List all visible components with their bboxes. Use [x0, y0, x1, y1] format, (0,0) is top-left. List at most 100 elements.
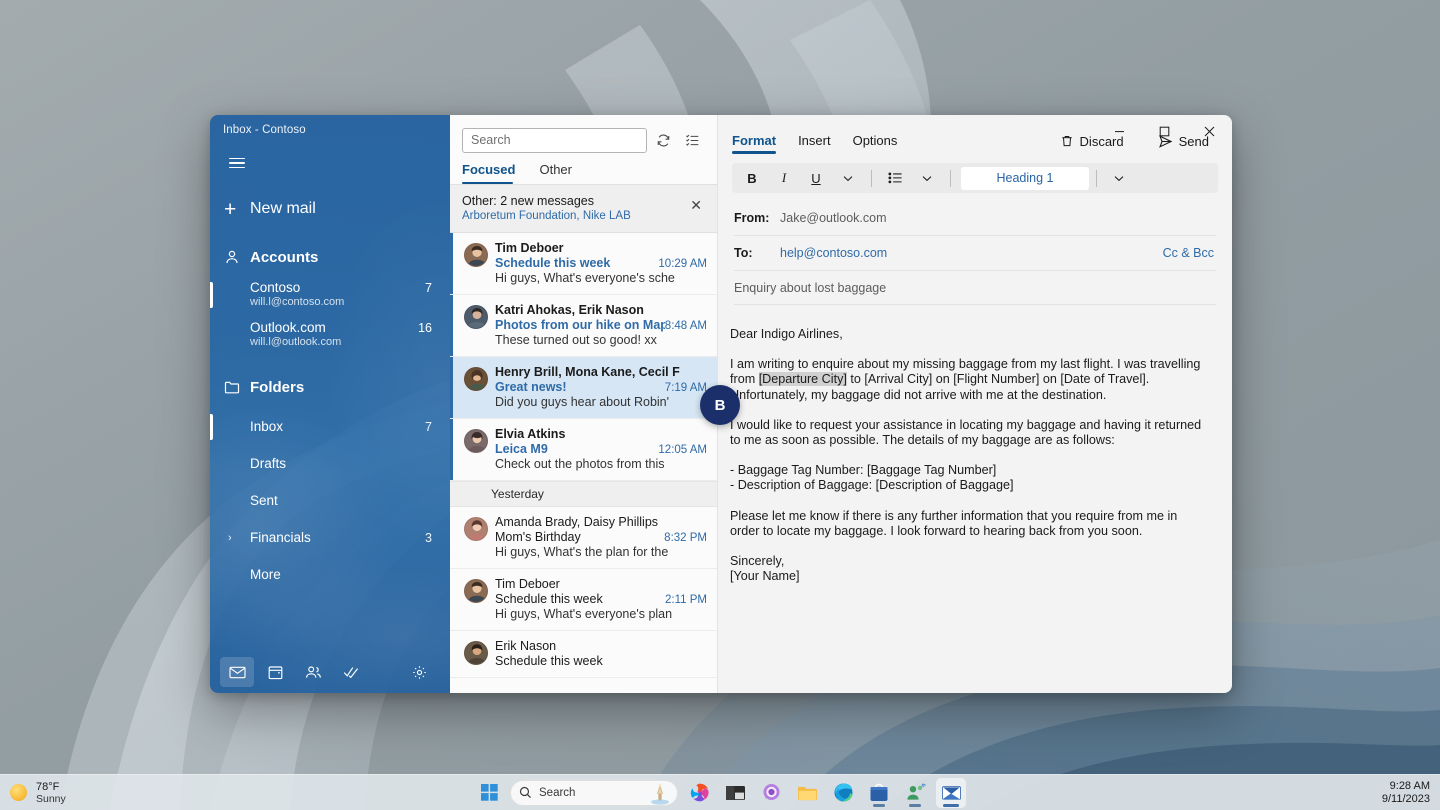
- message-time: 8:48 AM: [665, 320, 707, 332]
- hamburger-menu-button[interactable]: [217, 145, 257, 181]
- bulleted-list-button[interactable]: [881, 166, 909, 190]
- avatar: [464, 429, 488, 453]
- folder-label: Drafts: [250, 456, 450, 471]
- cc-bcc-button[interactable]: Cc & Bcc: [1163, 246, 1216, 260]
- window-title: Inbox - Contoso: [210, 115, 450, 136]
- people-app-icon: [905, 783, 926, 803]
- account-email: will.l@outlook.com: [250, 336, 450, 348]
- message-preview: Hi guys, What's everyone's plan: [495, 607, 707, 621]
- bulleted-list-icon: [888, 172, 903, 184]
- close-button[interactable]: [1187, 115, 1232, 147]
- folder-item-drafts[interactable]: Drafts: [210, 445, 450, 482]
- message-preview: Hi guys, What's everyone's sche: [495, 271, 707, 285]
- message-sender: Katri Ahokas, Erik Nason: [495, 303, 707, 317]
- body-paragraph-3: Please let me know if there is any furth…: [730, 509, 1210, 539]
- banner-close-icon[interactable]: ✕: [690, 194, 705, 212]
- nav-bottom-bar: [210, 651, 450, 693]
- taskbar-search-box[interactable]: Search: [510, 780, 678, 806]
- other-messages-banner[interactable]: Other: 2 new messages Arboretum Foundati…: [450, 184, 717, 233]
- folder-label: Financials: [250, 530, 425, 545]
- banner-title: Other: 2 new messages: [462, 194, 690, 208]
- folder-item-inbox[interactable]: Inbox 7: [210, 408, 450, 445]
- subject-field[interactable]: Enquiry about lost baggage: [734, 271, 1216, 305]
- folder-label: More: [250, 567, 450, 582]
- sync-refresh-icon: [656, 133, 671, 148]
- style-more-button[interactable]: [1105, 166, 1133, 190]
- chevron-right-icon[interactable]: ›: [228, 532, 232, 544]
- file-explorer-dark-icon: [725, 784, 746, 802]
- message-subject: Great news!: [495, 380, 665, 394]
- message-body-editor[interactable]: Dear Indigo Airlines, I am writing to en…: [718, 305, 1232, 693]
- taskbar-app-outlook[interactable]: [936, 778, 966, 808]
- italic-button[interactable]: I: [770, 166, 798, 190]
- taskbar-search-label: Search: [539, 787, 575, 799]
- todo-app-button[interactable]: [334, 657, 368, 687]
- taskbar-app-file-explorer[interactable]: [792, 778, 822, 808]
- mail-icon: [229, 666, 246, 679]
- formatting-toolbar: B I U Heading 1: [732, 163, 1218, 193]
- taskbar-app-explorer-dark[interactable]: [720, 778, 750, 808]
- message-list-item[interactable]: Erik Nason Schedule this week: [450, 631, 717, 678]
- from-field-row[interactable]: From: Jake@outlook.com: [734, 201, 1216, 236]
- weather-widget[interactable]: 78°F Sunny: [0, 781, 200, 805]
- to-label: To:: [734, 246, 770, 260]
- folder-item-more[interactable]: More: [210, 556, 450, 593]
- body-greeting: Dear Indigo Airlines,: [730, 327, 1210, 342]
- maximize-button[interactable]: [1142, 115, 1187, 147]
- account-item-contoso[interactable]: Contoso 7 will.l@contoso.com: [210, 278, 450, 312]
- avatar: [464, 305, 488, 329]
- tab-focused[interactable]: Focused: [462, 162, 515, 184]
- settings-button[interactable]: [402, 657, 436, 687]
- message-list-item[interactable]: Amanda Brady, Daisy Phillips Mom's Birth…: [450, 507, 717, 569]
- tab-options[interactable]: Options: [853, 133, 898, 154]
- list-more-button[interactable]: [913, 166, 941, 190]
- tab-other[interactable]: Other: [539, 162, 572, 184]
- account-item-outlook[interactable]: Outlook.com 16 will.l@outlook.com: [210, 318, 450, 352]
- from-value: Jake@outlook.com: [770, 211, 1216, 225]
- tab-insert[interactable]: Insert: [798, 133, 831, 154]
- message-list-item-selected[interactable]: Henry Brill, Mona Kane, Cecil F Great ne…: [450, 357, 717, 419]
- message-time: 7:19 AM: [665, 382, 707, 394]
- filter-button[interactable]: [679, 127, 705, 153]
- maximize-icon: [1159, 126, 1170, 137]
- desktop: Inbox - Contoso + New mail Accounts: [0, 0, 1440, 810]
- message-list-item[interactable]: Tim Deboer Schedule this week 2:11 PM Hi…: [450, 569, 717, 631]
- taskbar-app-people[interactable]: [900, 778, 930, 808]
- bold-button[interactable]: B: [738, 166, 766, 190]
- new-mail-button[interactable]: + New mail: [210, 188, 450, 230]
- window-controls: [1097, 115, 1232, 147]
- tab-format[interactable]: Format: [732, 133, 776, 154]
- search-input[interactable]: [462, 128, 647, 153]
- accounts-header[interactable]: Accounts: [210, 236, 450, 278]
- folder-item-financials[interactable]: › Financials 3: [210, 519, 450, 556]
- folders-header[interactable]: Folders: [210, 366, 450, 408]
- mail-app-button[interactable]: [220, 657, 254, 687]
- running-indicator: [943, 804, 959, 807]
- taskbar-app-store[interactable]: [864, 778, 894, 808]
- message-list-item[interactable]: Katri Ahokas, Erik Nason Photos from our…: [450, 295, 717, 357]
- sync-button[interactable]: [650, 127, 676, 153]
- taskbar-app-chat[interactable]: [756, 778, 786, 808]
- file-explorer-icon: [797, 784, 818, 802]
- body-signoff-2: [Your Name]: [730, 569, 1210, 584]
- message-time: 12:05 AM: [658, 444, 707, 456]
- folder-item-sent[interactable]: Sent: [210, 482, 450, 519]
- start-button[interactable]: [474, 778, 504, 808]
- to-field-row[interactable]: To: help@contoso.com Cc & Bcc: [734, 236, 1216, 271]
- people-app-button[interactable]: [296, 657, 330, 687]
- body-paragraph-2: I would like to request your assistance …: [730, 418, 1210, 448]
- font-more-button[interactable]: [834, 166, 862, 190]
- paragraph-style-select[interactable]: Heading 1: [961, 167, 1089, 190]
- message-list-item[interactable]: Elvia Atkins Leica M9 12:05 AM Check out…: [450, 419, 717, 481]
- taskbar-app-edge[interactable]: [828, 778, 858, 808]
- copilot-icon: [689, 782, 710, 803]
- taskbar-app-copilot[interactable]: [684, 778, 714, 808]
- plus-icon: +: [224, 199, 250, 220]
- new-mail-label: New mail: [250, 200, 450, 218]
- underline-button[interactable]: U: [802, 166, 830, 190]
- taskbar-clock[interactable]: 9:28 AM 9/11/2023: [1382, 780, 1430, 806]
- message-list-item[interactable]: Tim Deboer Schedule this week 10:29 AM H…: [450, 233, 717, 295]
- calendar-app-button[interactable]: [258, 657, 292, 687]
- minimize-button[interactable]: [1097, 115, 1142, 147]
- folder-icon: [224, 380, 250, 394]
